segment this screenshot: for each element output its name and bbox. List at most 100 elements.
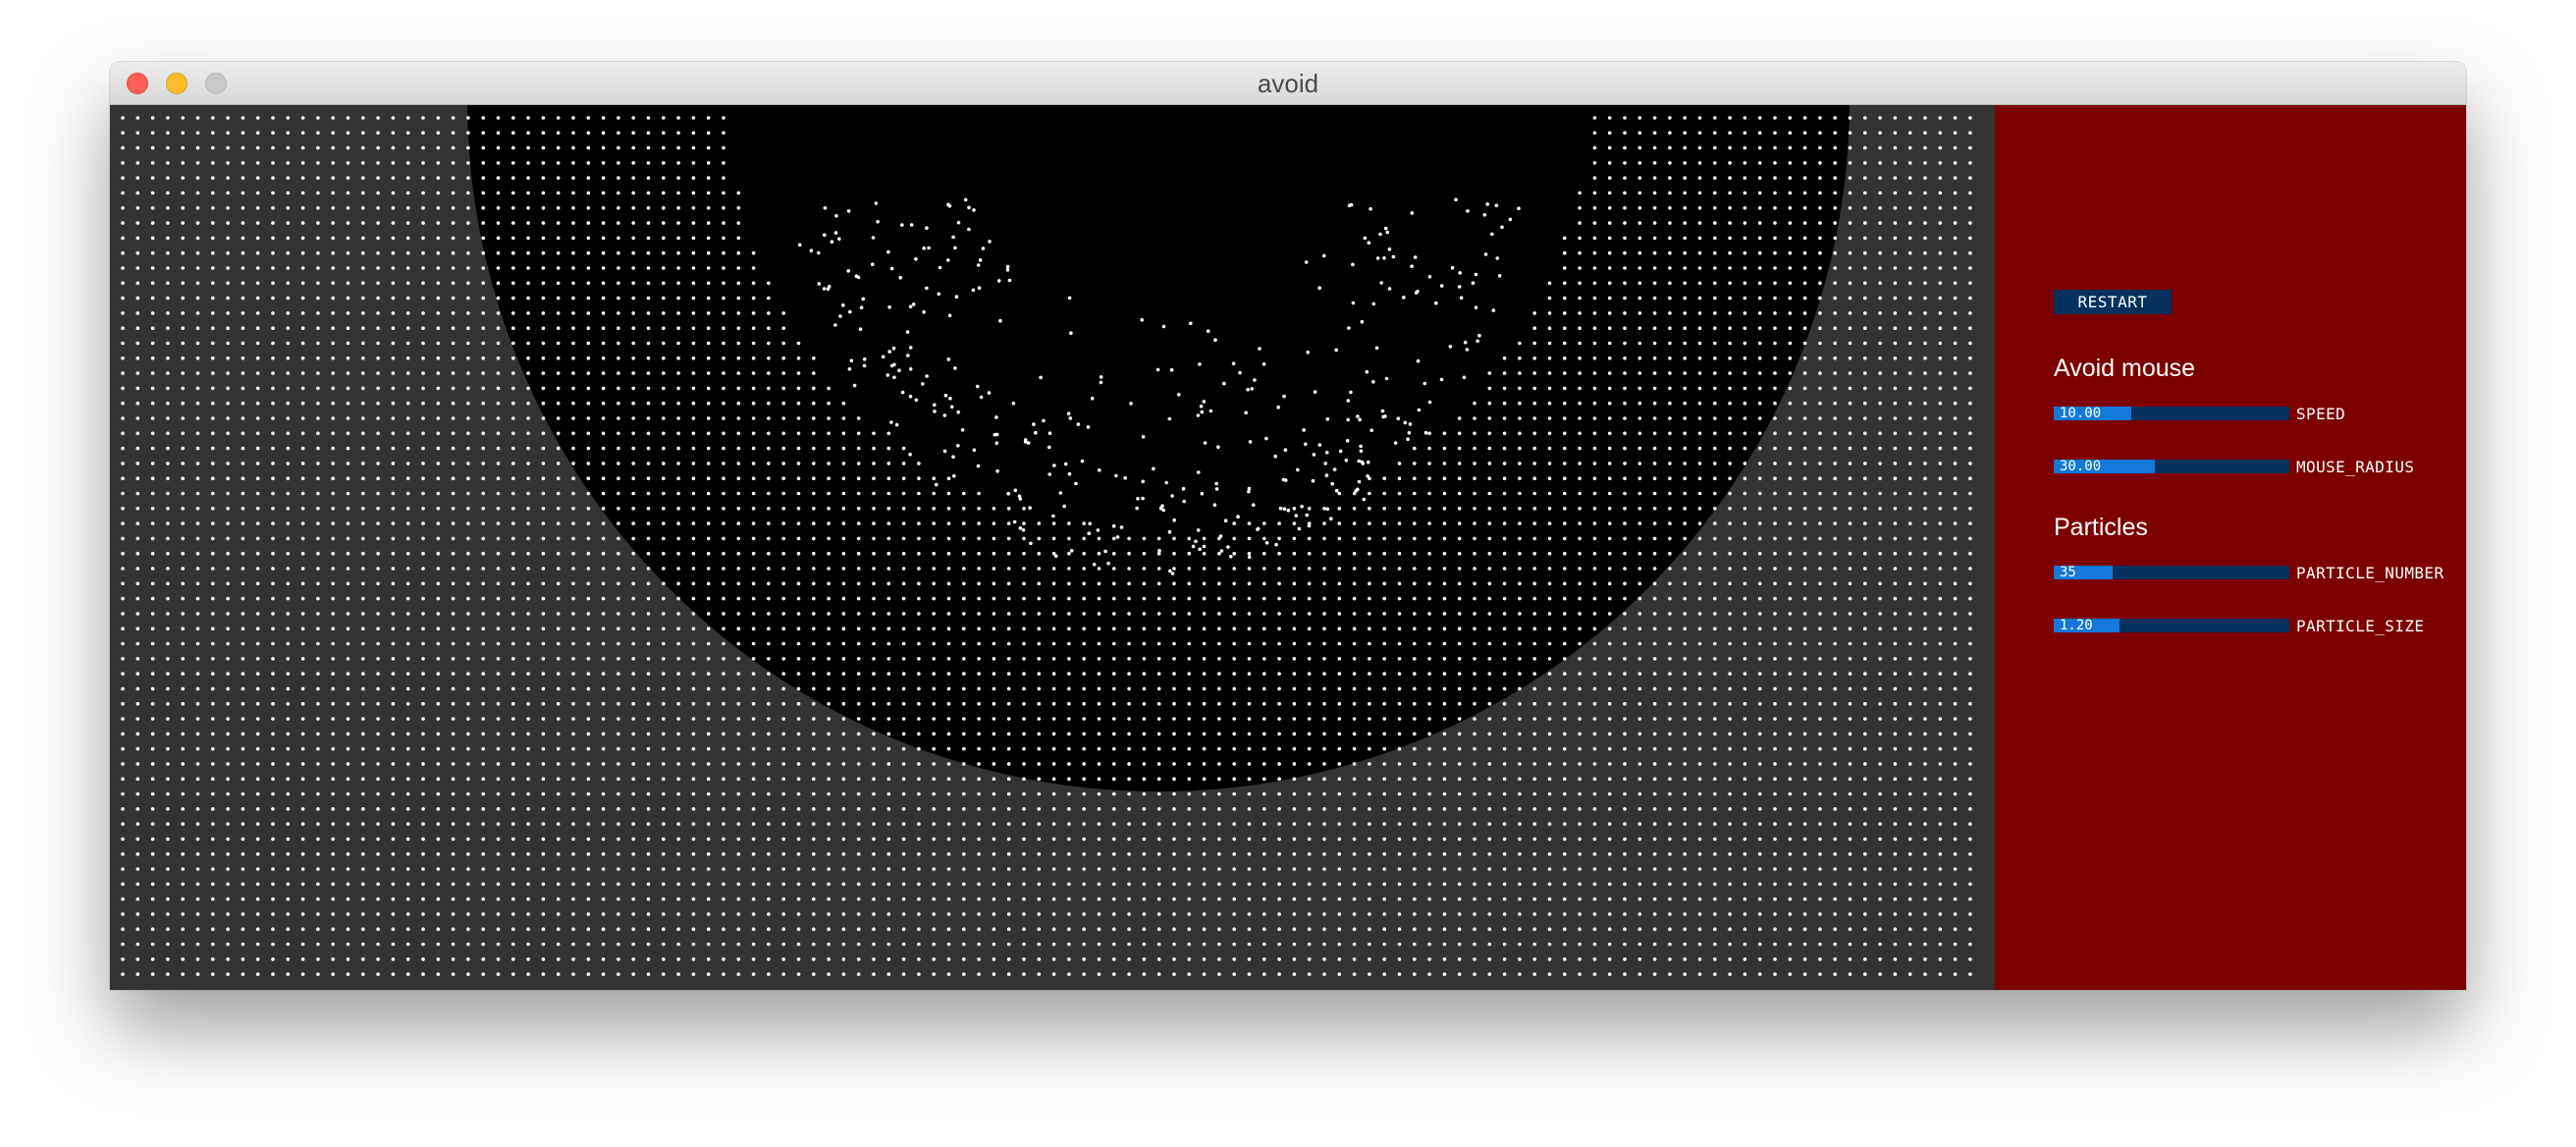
particle	[166, 672, 170, 676]
particle	[1502, 717, 1507, 721]
particle	[1097, 792, 1101, 796]
particle	[1368, 581, 1371, 586]
particle	[586, 867, 591, 871]
particle	[1112, 641, 1116, 646]
particle	[1307, 627, 1312, 630]
particle	[121, 462, 125, 465]
particle	[466, 851, 470, 856]
particle	[1082, 807, 1086, 811]
particle	[1623, 446, 1627, 451]
particle	[405, 191, 410, 195]
particle	[1442, 837, 1447, 842]
particle	[1037, 822, 1042, 826]
particle	[121, 161, 125, 165]
particle	[646, 311, 651, 315]
particle	[676, 131, 680, 136]
particle	[1773, 131, 1777, 136]
particle	[211, 416, 215, 420]
particle	[601, 536, 606, 541]
particle	[195, 476, 200, 481]
particle	[556, 521, 561, 525]
particle	[405, 551, 410, 556]
particle	[812, 491, 816, 496]
particle	[736, 386, 741, 391]
particle	[1757, 386, 1762, 391]
particle	[781, 536, 785, 541]
particle	[1322, 612, 1326, 616]
particle	[391, 851, 396, 856]
particle	[1547, 672, 1552, 676]
particle	[977, 822, 981, 826]
particle	[556, 837, 561, 842]
particle	[300, 641, 305, 646]
particle	[466, 236, 470, 241]
particle	[195, 672, 200, 676]
particle	[1502, 686, 1507, 691]
particle	[271, 206, 275, 210]
particle	[617, 627, 620, 630]
particle	[286, 176, 291, 180]
particle	[376, 416, 380, 420]
particle	[812, 717, 816, 721]
particle	[736, 191, 741, 195]
particle	[1773, 732, 1777, 737]
particle	[1592, 567, 1597, 571]
particle	[872, 822, 876, 826]
particle	[556, 641, 561, 646]
particle	[1487, 746, 1492, 751]
particle	[300, 717, 305, 721]
particle	[1097, 701, 1101, 706]
particle	[211, 777, 215, 781]
particle	[1728, 551, 1732, 556]
particle	[1968, 266, 1972, 270]
particle	[781, 491, 785, 496]
particle	[300, 145, 305, 150]
particle	[405, 822, 410, 826]
particle	[1563, 596, 1567, 601]
particle	[436, 476, 441, 481]
particle	[691, 762, 696, 766]
title-bar[interactable]: avoid	[110, 62, 2466, 105]
particle	[391, 206, 396, 210]
particle	[1127, 732, 1131, 737]
particle	[722, 161, 725, 165]
particle	[421, 551, 425, 556]
particle	[481, 401, 486, 406]
particle	[1938, 581, 1943, 586]
particle	[391, 657, 396, 661]
particle-canvas[interactable]	[110, 105, 1995, 990]
particle	[1607, 672, 1612, 676]
particle	[1532, 641, 1536, 646]
particle	[1518, 672, 1522, 676]
particle	[466, 386, 470, 391]
particle	[1502, 581, 1507, 586]
particle	[451, 356, 456, 360]
particle	[1713, 567, 1717, 571]
particle	[556, 567, 561, 571]
particle	[556, 341, 561, 346]
particle	[211, 672, 215, 676]
particle	[722, 176, 725, 180]
particle	[1623, 341, 1627, 346]
particle	[706, 221, 711, 225]
particle	[1818, 221, 1822, 225]
particle	[1773, 701, 1777, 706]
particle	[1247, 762, 1252, 766]
particle	[1607, 191, 1612, 195]
particle	[1623, 792, 1627, 796]
particle	[1968, 371, 1972, 375]
particle	[511, 641, 515, 646]
particle	[1773, 746, 1777, 751]
particle	[436, 792, 441, 796]
particle	[676, 356, 680, 360]
particle	[1848, 521, 1852, 525]
particle	[1187, 672, 1192, 676]
particle	[526, 311, 530, 315]
particle	[901, 851, 906, 856]
particle	[181, 822, 185, 826]
particle	[1637, 596, 1642, 601]
particle	[451, 491, 456, 496]
particle	[271, 551, 275, 556]
particle	[1878, 491, 1882, 496]
particle	[286, 386, 291, 391]
